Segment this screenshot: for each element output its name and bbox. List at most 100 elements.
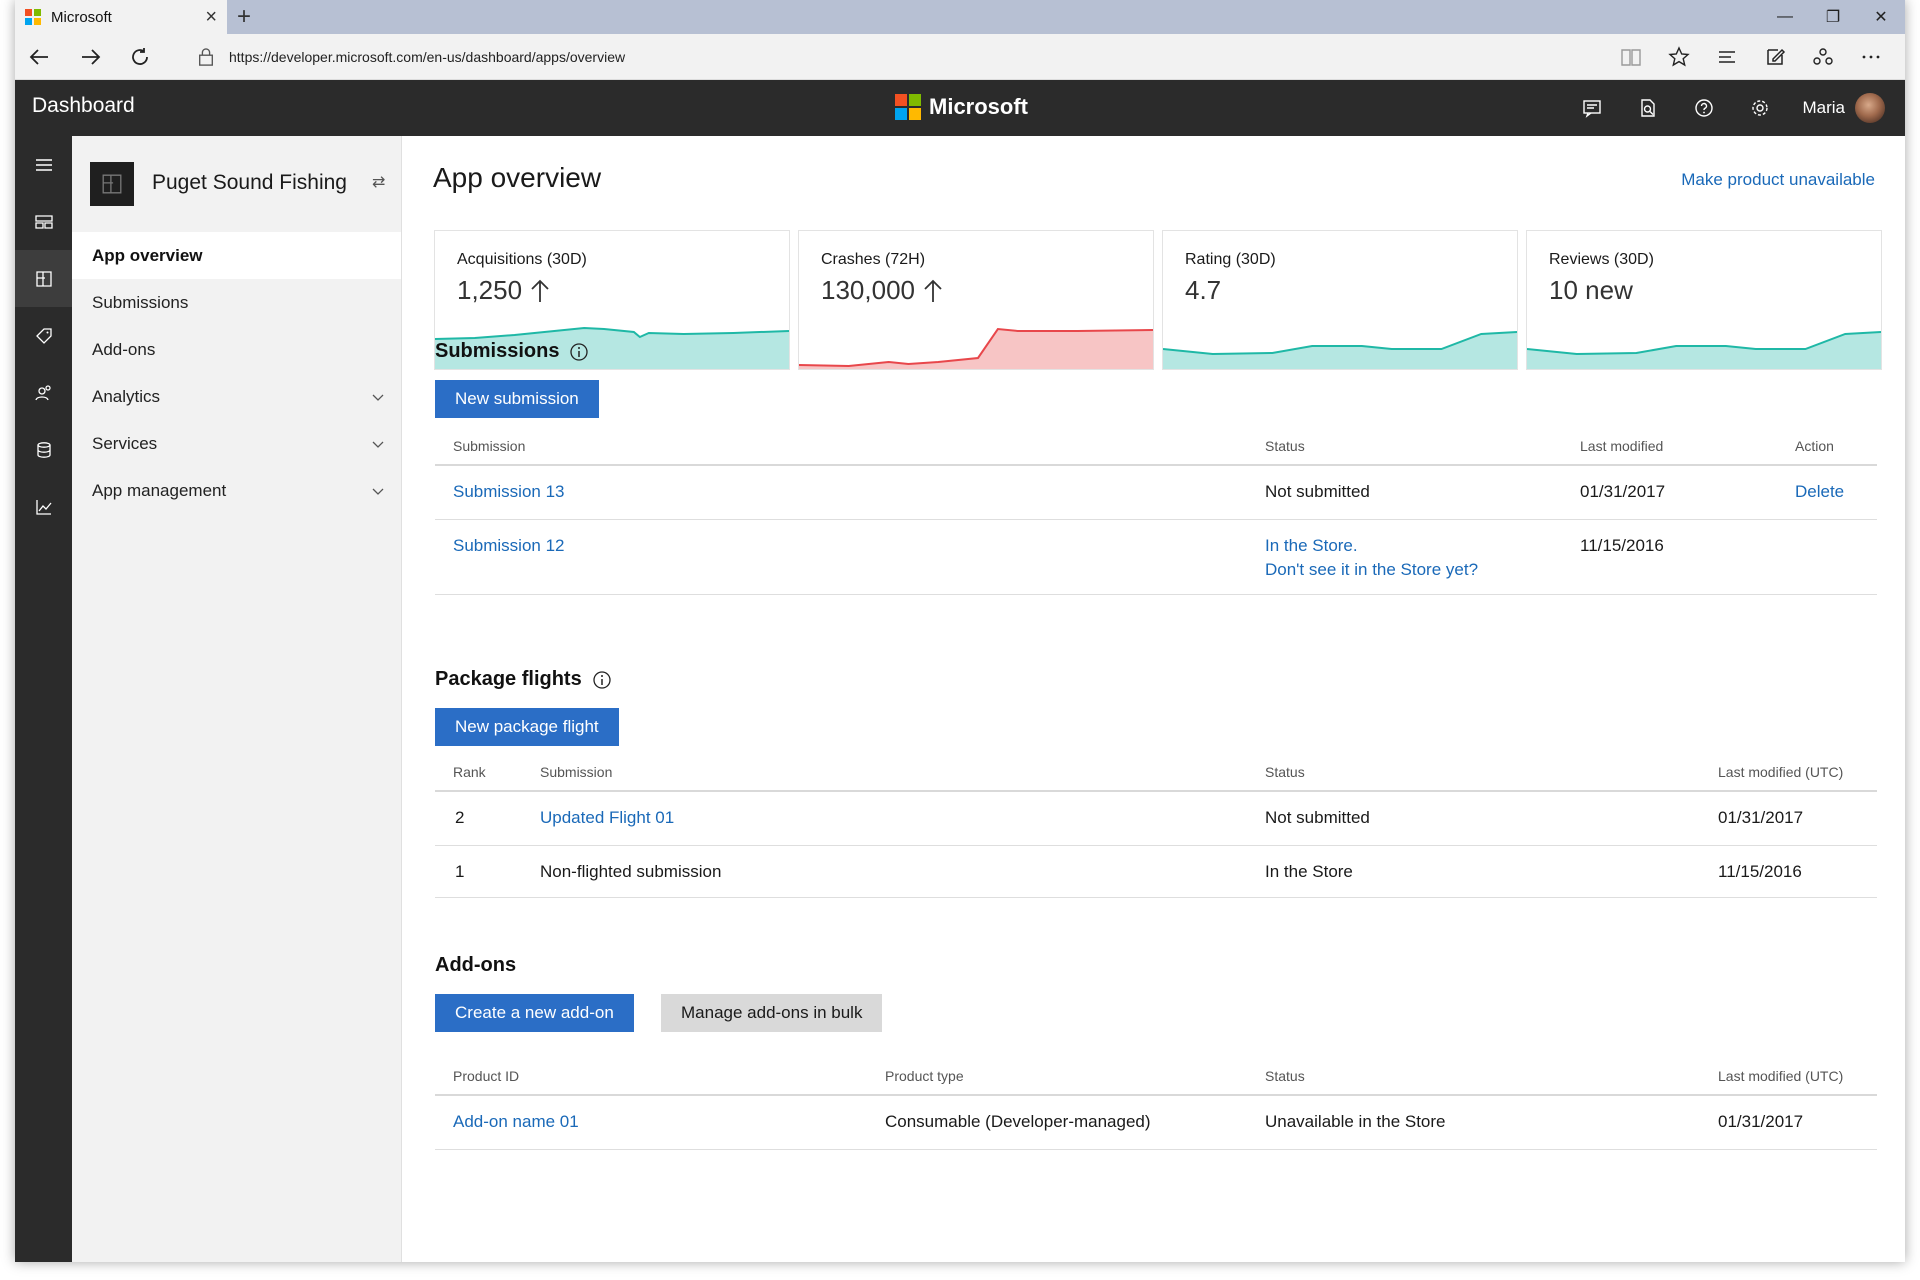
chevron-down-icon bbox=[371, 483, 385, 503]
document-search-icon[interactable] bbox=[1620, 80, 1676, 136]
modified-date: 01/31/2017 bbox=[1718, 1112, 1804, 1131]
table-row: Submission 13 Not submitted 01/31/2017 D… bbox=[435, 466, 1877, 520]
status-link[interactable]: In the Store. bbox=[1265, 536, 1358, 556]
restore-icon[interactable]: ❐ bbox=[1809, 0, 1857, 34]
share-icon[interactable] bbox=[1799, 34, 1847, 80]
sidebar-item-submissions[interactable]: Submissions bbox=[72, 279, 401, 326]
modified-date: 11/15/2016 bbox=[1580, 536, 1664, 555]
add-ons-table: Product ID Product type Status Last modi… bbox=[435, 1056, 1877, 1150]
table-row: Add-on name 01 Consumable (Developer-man… bbox=[435, 1096, 1877, 1150]
delete-link[interactable]: Delete bbox=[1795, 482, 1844, 502]
database-icon[interactable] bbox=[15, 421, 72, 478]
hamburger-menu-icon[interactable] bbox=[15, 136, 72, 193]
hub-icon[interactable] bbox=[1703, 34, 1751, 80]
column-header: Last modified (UTC) bbox=[1718, 764, 1844, 780]
status-text: Not submitted bbox=[1265, 482, 1370, 501]
submission-link[interactable]: Submission 13 bbox=[453, 482, 565, 502]
metric-card-crashes[interactable]: Crashes (72H) 130,000 bbox=[798, 230, 1154, 370]
app-header: Puget Sound Fishing ⇄ bbox=[72, 136, 401, 232]
modified-date: 01/31/2017 bbox=[1718, 808, 1804, 827]
help-icon[interactable] bbox=[1676, 80, 1732, 136]
add-on-link[interactable]: Add-on name 01 bbox=[453, 1112, 579, 1132]
section-title: Add-ons bbox=[435, 954, 517, 976]
store-help-link[interactable]: Don't see it in the Store yet? bbox=[1265, 560, 1478, 580]
feedback-icon[interactable] bbox=[1564, 80, 1620, 136]
address-bar: https://developer.microsoft.com/en-us/da… bbox=[15, 34, 1905, 80]
column-header: Last modified (UTC) bbox=[1718, 1068, 1844, 1084]
browser-tab[interactable]: Microsoft × bbox=[15, 0, 227, 34]
apps-icon[interactable] bbox=[15, 250, 72, 307]
sidebar-item-add-ons[interactable]: Add-ons bbox=[72, 326, 401, 373]
section-title: Submissions bbox=[435, 340, 560, 362]
modified-date: 11/15/2016 bbox=[1718, 862, 1802, 881]
new-package-flight-button[interactable]: New package flight bbox=[435, 708, 619, 746]
sidebar-item-label: App overview bbox=[92, 245, 203, 265]
make-product-unavailable-link[interactable]: Make product unavailable bbox=[1681, 170, 1875, 190]
flight-link[interactable]: Updated Flight 01 bbox=[540, 808, 674, 828]
package-flights-table: Rank Submission Status Last modified (UT… bbox=[435, 752, 1877, 898]
sidebar-item-label: Add-ons bbox=[92, 339, 156, 359]
people-icon[interactable] bbox=[15, 364, 72, 421]
sidebar-item-services[interactable]: Services bbox=[72, 420, 401, 467]
brand: Microsoft bbox=[895, 94, 1028, 120]
dashboard-title[interactable]: Dashboard bbox=[32, 94, 135, 118]
settings-icon[interactable] bbox=[1732, 80, 1788, 136]
table-row: 1 Non-flighted submission In the Store 1… bbox=[435, 846, 1877, 898]
flight-name: Non-flighted submission bbox=[540, 862, 722, 881]
more-icon[interactable] bbox=[1847, 34, 1895, 80]
metric-card-rating[interactable]: Rating (30D) 4.7 bbox=[1162, 230, 1518, 370]
forward-icon[interactable] bbox=[65, 34, 115, 80]
package-flights-heading: Package flights bbox=[435, 668, 612, 691]
info-icon bbox=[593, 670, 611, 689]
close-tab-icon[interactable]: × bbox=[205, 6, 217, 29]
rank-value: 1 bbox=[455, 862, 465, 881]
table-header: Product ID Product type Status Last modi… bbox=[435, 1056, 1877, 1096]
app-name: Puget Sound Fishing bbox=[152, 171, 347, 194]
column-header: Action bbox=[1795, 438, 1834, 454]
microsoft-logo-icon bbox=[895, 94, 921, 120]
column-header: Status bbox=[1265, 1068, 1305, 1084]
user-name[interactable]: Maria bbox=[1802, 98, 1845, 118]
sidebar-item-app-overview[interactable]: App overview bbox=[72, 232, 401, 279]
chevron-down-icon bbox=[371, 436, 385, 456]
manage-add-ons-button[interactable]: Manage add-ons in bulk bbox=[661, 994, 883, 1032]
sparkline-chart bbox=[1163, 331, 1517, 369]
tab-title: Microsoft bbox=[51, 8, 112, 26]
card-label: Rating (30D) bbox=[1185, 251, 1276, 268]
url-field[interactable]: https://developer.microsoft.com/en-us/da… bbox=[229, 49, 625, 65]
submissions-heading: Submissions bbox=[435, 340, 589, 363]
close-window-icon[interactable]: ✕ bbox=[1857, 0, 1905, 34]
dashboard-icon[interactable] bbox=[15, 193, 72, 250]
web-note-icon[interactable] bbox=[1751, 34, 1799, 80]
status-text: Unavailable in the Store bbox=[1265, 1112, 1446, 1131]
sidebar-item-analytics[interactable]: Analytics bbox=[72, 373, 401, 420]
tag-icon[interactable] bbox=[15, 307, 72, 364]
modified-date: 01/31/2017 bbox=[1580, 482, 1666, 501]
back-icon[interactable] bbox=[15, 34, 65, 80]
table-header: Submission Status Last modified Action bbox=[435, 426, 1877, 466]
metric-card-reviews[interactable]: Reviews (30D) 10 new bbox=[1526, 230, 1882, 370]
submissions-table: Submission Status Last modified Action S… bbox=[435, 426, 1877, 595]
metric-cards: Acquisitions (30D) 1,250 Crashes (72H) 1… bbox=[434, 230, 1882, 370]
avatar[interactable] bbox=[1855, 93, 1885, 123]
app-tile-icon bbox=[90, 162, 134, 206]
column-header: Rank bbox=[453, 764, 486, 780]
create-add-on-button[interactable]: Create a new add-on bbox=[435, 994, 634, 1032]
column-header: Product type bbox=[885, 1068, 964, 1084]
column-header: Status bbox=[1265, 438, 1305, 454]
sidebar-item-label: Analytics bbox=[92, 386, 161, 406]
favorite-star-icon[interactable] bbox=[1655, 34, 1703, 80]
sidebar-item-app-management[interactable]: App management bbox=[72, 467, 401, 514]
refresh-icon[interactable] bbox=[115, 34, 165, 80]
sparkline-chart bbox=[1527, 331, 1881, 369]
new-tab-icon[interactable]: + bbox=[237, 3, 251, 31]
switch-app-icon[interactable]: ⇄ bbox=[372, 172, 385, 192]
site-header: Dashboard Microsoft Maria bbox=[15, 80, 1905, 136]
column-header: Submission bbox=[540, 764, 613, 780]
reading-view-icon[interactable] bbox=[1607, 34, 1655, 80]
new-submission-button[interactable]: New submission bbox=[435, 380, 599, 418]
submission-link[interactable]: Submission 12 bbox=[453, 536, 565, 556]
minimize-icon[interactable]: — bbox=[1761, 0, 1809, 34]
analytics-chart-icon[interactable] bbox=[15, 478, 72, 535]
column-header: Product ID bbox=[453, 1068, 520, 1084]
